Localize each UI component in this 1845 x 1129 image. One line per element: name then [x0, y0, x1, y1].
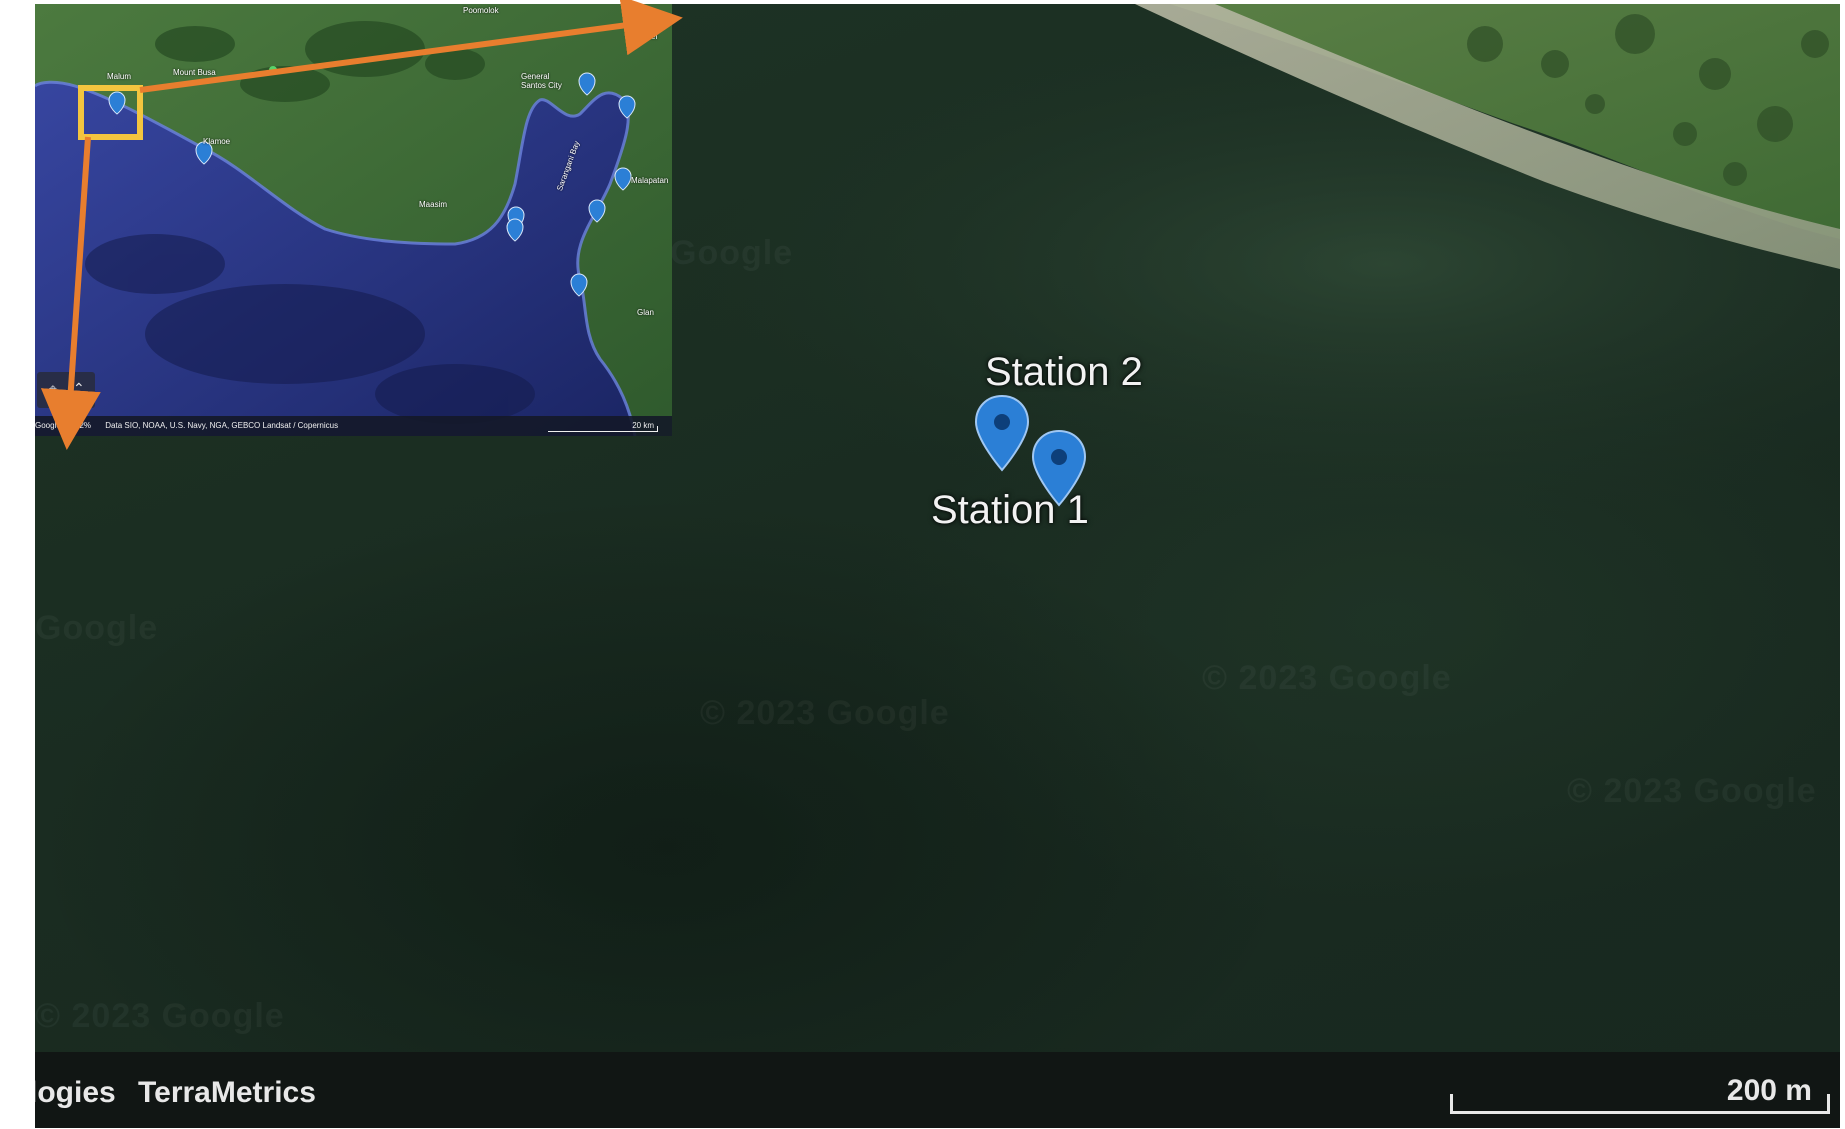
- map-watermark: Google: [35, 609, 158, 648]
- station-2-pin-icon[interactable]: [973, 394, 1031, 474]
- station-1-label: Station 1: [931, 488, 1089, 532]
- attribution-item[interactable]: TerraMetrics: [138, 1076, 316, 1109]
- chevron-up-icon[interactable]: ⌃: [73, 380, 85, 397]
- attribution-item[interactable]: logies: [35, 1076, 116, 1109]
- attribution-bar: logies TerraMetrics 200 m: [35, 1052, 1840, 1128]
- inset-place-label: Klamoe: [203, 137, 231, 146]
- station-2-label: Station 2: [985, 350, 1143, 394]
- map-attribution: logies TerraMetrics: [35, 1076, 330, 1110]
- inset-attribution: Google 72% Data SIO, NOAA, U.S. Navy, NG…: [35, 421, 350, 430]
- map-watermark: © 2023 Google: [700, 694, 950, 733]
- map-watermark: © 2023 Google: [1567, 772, 1817, 811]
- inset-terrain: [35, 4, 672, 436]
- map-watermark: © 2023 Google: [1202, 659, 1452, 698]
- inset-controls: ⌖ ⌃: [37, 372, 95, 408]
- inset-place-label: Malapatan: [631, 176, 669, 185]
- inset-attribution-item[interactable]: Google: [35, 421, 61, 430]
- inset-place-label: Glan: [637, 308, 654, 317]
- map-watermark: Google: [670, 234, 793, 273]
- inset-attribution-bar: Google 72% Data SIO, NOAA, U.S. Navy, NG…: [35, 416, 672, 436]
- inset-place-label: Malum: [107, 72, 132, 81]
- inset-overview-map[interactable]: Poomolok Malum Mount Busa Klamoe General…: [35, 4, 672, 436]
- location-icon[interactable]: ⌖: [49, 380, 57, 397]
- inset-attribution-item: 72%: [75, 421, 92, 430]
- map-watermark: © 2023 Google: [35, 997, 285, 1036]
- inset-scale-label: 20 km: [632, 421, 654, 430]
- inset-attribution-item[interactable]: Data SIO, NOAA, U.S. Navy, NGA, GEBCO La…: [105, 421, 338, 430]
- scale-label: 200 m: [1726, 1074, 1812, 1107]
- inset-place-label: Poomolok: [463, 6, 499, 15]
- inset-place-label: Maasim: [419, 200, 448, 209]
- inset-place-label: General Santos City: [521, 72, 562, 90]
- inset-place-label: Mount Busa: [173, 68, 216, 77]
- inset-place-label: Alabel: [635, 32, 658, 41]
